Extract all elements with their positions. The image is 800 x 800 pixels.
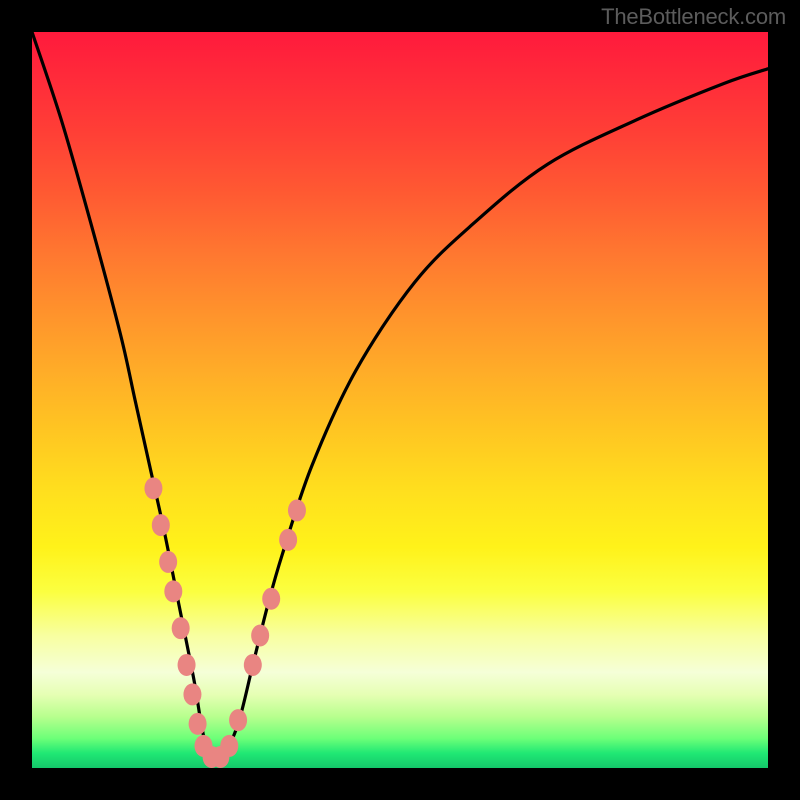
highlight-dot: [279, 529, 297, 551]
highlight-dot: [178, 654, 196, 676]
highlight-dot: [164, 580, 182, 602]
highlight-dot: [159, 551, 177, 573]
curve-layer: [32, 32, 768, 768]
bottleneck-curve: [32, 32, 768, 757]
highlight-dot: [183, 683, 201, 705]
highlight-dot: [152, 514, 170, 536]
highlight-dot: [288, 499, 306, 521]
chart-container: TheBottleneck.com: [0, 0, 800, 800]
highlight-dot: [229, 709, 247, 731]
highlight-dot: [244, 654, 262, 676]
plot-area: [32, 32, 768, 768]
attribution-label: TheBottleneck.com: [601, 4, 786, 30]
highlight-dot: [189, 713, 207, 735]
highlight-dot: [220, 735, 238, 757]
highlight-dot: [251, 625, 269, 647]
highlight-dot: [144, 477, 162, 499]
highlight-dot: [262, 588, 280, 610]
highlight-dot: [172, 617, 190, 639]
highlight-dot-group: [144, 477, 306, 768]
